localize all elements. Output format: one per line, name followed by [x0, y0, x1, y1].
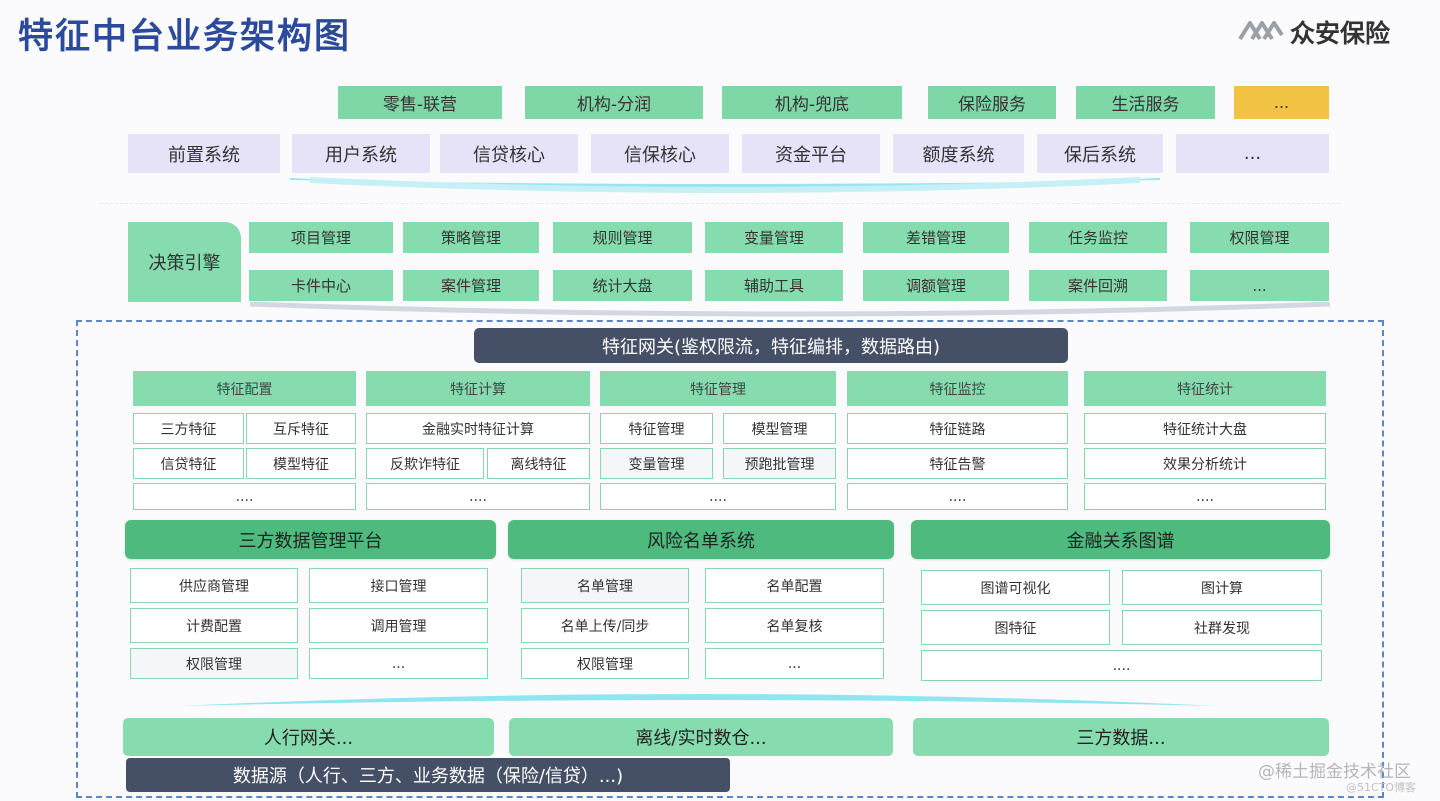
business-item-insurance-service: 保险服务 — [928, 86, 1056, 119]
decision-item: 调额管理 — [863, 270, 1009, 301]
platform-cell: 图计算 — [1122, 570, 1322, 605]
platform-knowledge-graph: 金融关系图谱 — [911, 520, 1330, 559]
platform-cell: 社群发现 — [1122, 610, 1322, 645]
logo: 众安保险 — [1238, 14, 1390, 50]
decision-item: 变量管理 — [705, 222, 843, 253]
module-cell: .... — [133, 483, 356, 510]
flow-arc-top — [290, 177, 1160, 193]
module-cell: 模型特征 — [246, 448, 356, 479]
divider — [100, 203, 1340, 204]
module-cell: .... — [847, 483, 1068, 510]
platform-cell: 名单管理 — [521, 568, 689, 603]
system-item-post-loan: 保后系统 — [1037, 134, 1163, 173]
watermark-secondary: @51CTO博客 — [1346, 781, 1417, 794]
platform-cell: 名单复核 — [705, 608, 884, 643]
module-cell: 模型管理 — [723, 413, 836, 444]
platform-cell: 计费配置 — [130, 608, 298, 643]
module-cell: 信贷特征 — [133, 448, 244, 479]
decision-item: 差错管理 — [863, 222, 1009, 253]
module-cell: .... — [366, 483, 590, 510]
system-item-user: 用户系统 — [292, 134, 430, 173]
decision-item: 辅助工具 — [705, 270, 843, 301]
decision-item: 统计大盘 — [553, 270, 692, 301]
module-header-manage: 特征管理 — [600, 371, 836, 406]
platform-risk-list: 风险名单系统 — [508, 520, 894, 559]
system-item-credit-insurance-core: 信保核心 — [591, 134, 729, 173]
module-cell: 预跑批管理 — [723, 448, 836, 479]
module-header-config: 特征配置 — [133, 371, 356, 406]
platform-cell: 权限管理 — [521, 648, 689, 679]
module-cell: 特征统计大盘 — [1084, 413, 1326, 444]
page-title: 特征中台业务架构图 — [18, 17, 352, 57]
data-source-bar: 数据源（人行、三方、业务数据（保险/信贷）...) — [126, 758, 730, 792]
system-item-more: ... — [1176, 134, 1329, 173]
business-item-institution-backstop: 机构-兜底 — [722, 86, 902, 119]
module-cell: 离线特征 — [487, 448, 590, 479]
decision-item: 项目管理 — [249, 222, 393, 253]
business-item-retail: 零售-联营 — [338, 86, 502, 119]
system-item-front: 前置系统 — [128, 134, 280, 173]
module-header-stats: 特征统计 — [1084, 371, 1326, 406]
module-cell: 金融实时特征计算 — [366, 413, 590, 444]
platform-cell: 供应商管理 — [130, 568, 298, 603]
module-cell: 特征告警 — [847, 448, 1068, 479]
business-item-more: ... — [1234, 86, 1329, 119]
decision-engine: 决策引擎 — [128, 222, 241, 302]
platform-cell: .... — [921, 650, 1322, 681]
decision-item: ... — [1190, 270, 1329, 301]
module-cell: 效果分析统计 — [1084, 448, 1326, 479]
module-cell: 变量管理 — [600, 448, 713, 479]
decision-item: 案件管理 — [403, 270, 539, 301]
platform-cell: 接口管理 — [309, 568, 488, 603]
system-item-quota: 额度系统 — [893, 134, 1024, 173]
module-cell: 三方特征 — [133, 413, 244, 444]
logo-text: 众安保险 — [1290, 19, 1391, 48]
decision-item: 卡件中心 — [249, 270, 393, 301]
platform-cell: 图特征 — [921, 610, 1110, 645]
platform-third-party-data: 三方数据管理平台 — [125, 520, 496, 559]
module-header-monitor: 特征监控 — [847, 371, 1068, 406]
source-data-warehouse: 离线/实时数仓... — [509, 718, 893, 756]
decision-item: 任务监控 — [1029, 222, 1167, 253]
decision-item: 案件回溯 — [1029, 270, 1167, 301]
module-cell: 特征管理 — [600, 413, 713, 444]
flow-arc-middle — [250, 302, 1330, 317]
source-pbc-gateway: 人行网关... — [123, 718, 494, 756]
platform-cell: 调用管理 — [309, 608, 488, 643]
system-item-funding: 资金平台 — [742, 134, 880, 173]
business-item-institution-profit: 机构-分润 — [525, 86, 703, 119]
platform-cell: ... — [705, 648, 884, 679]
decision-item: 规则管理 — [553, 222, 692, 253]
business-item-life-service: 生活服务 — [1076, 86, 1215, 119]
platform-cell: 名单配置 — [705, 568, 884, 603]
module-cell: 特征链路 — [847, 413, 1068, 444]
flow-arc-bottom — [180, 694, 1220, 706]
module-cell: .... — [1084, 483, 1326, 510]
platform-cell: 权限管理 — [130, 648, 298, 679]
module-cell: 反欺诈特征 — [366, 448, 484, 479]
decision-item: 策略管理 — [403, 222, 539, 253]
module-cell: .... — [600, 483, 836, 510]
module-header-compute: 特征计算 — [366, 371, 590, 406]
source-third-party-data: 三方数据... — [913, 718, 1329, 756]
platform-cell: 名单上传/同步 — [521, 608, 689, 643]
feature-gateway: 特征网关(鉴权限流，特征编排，数据路由) — [474, 328, 1068, 363]
zhongan-logo-icon — [1238, 17, 1284, 47]
platform-cell: ... — [309, 648, 488, 679]
system-item-credit-core: 信贷核心 — [440, 134, 578, 173]
module-cell: 互斥特征 — [246, 413, 356, 444]
platform-cell: 图谱可视化 — [921, 570, 1110, 605]
decision-item: 权限管理 — [1190, 222, 1329, 253]
